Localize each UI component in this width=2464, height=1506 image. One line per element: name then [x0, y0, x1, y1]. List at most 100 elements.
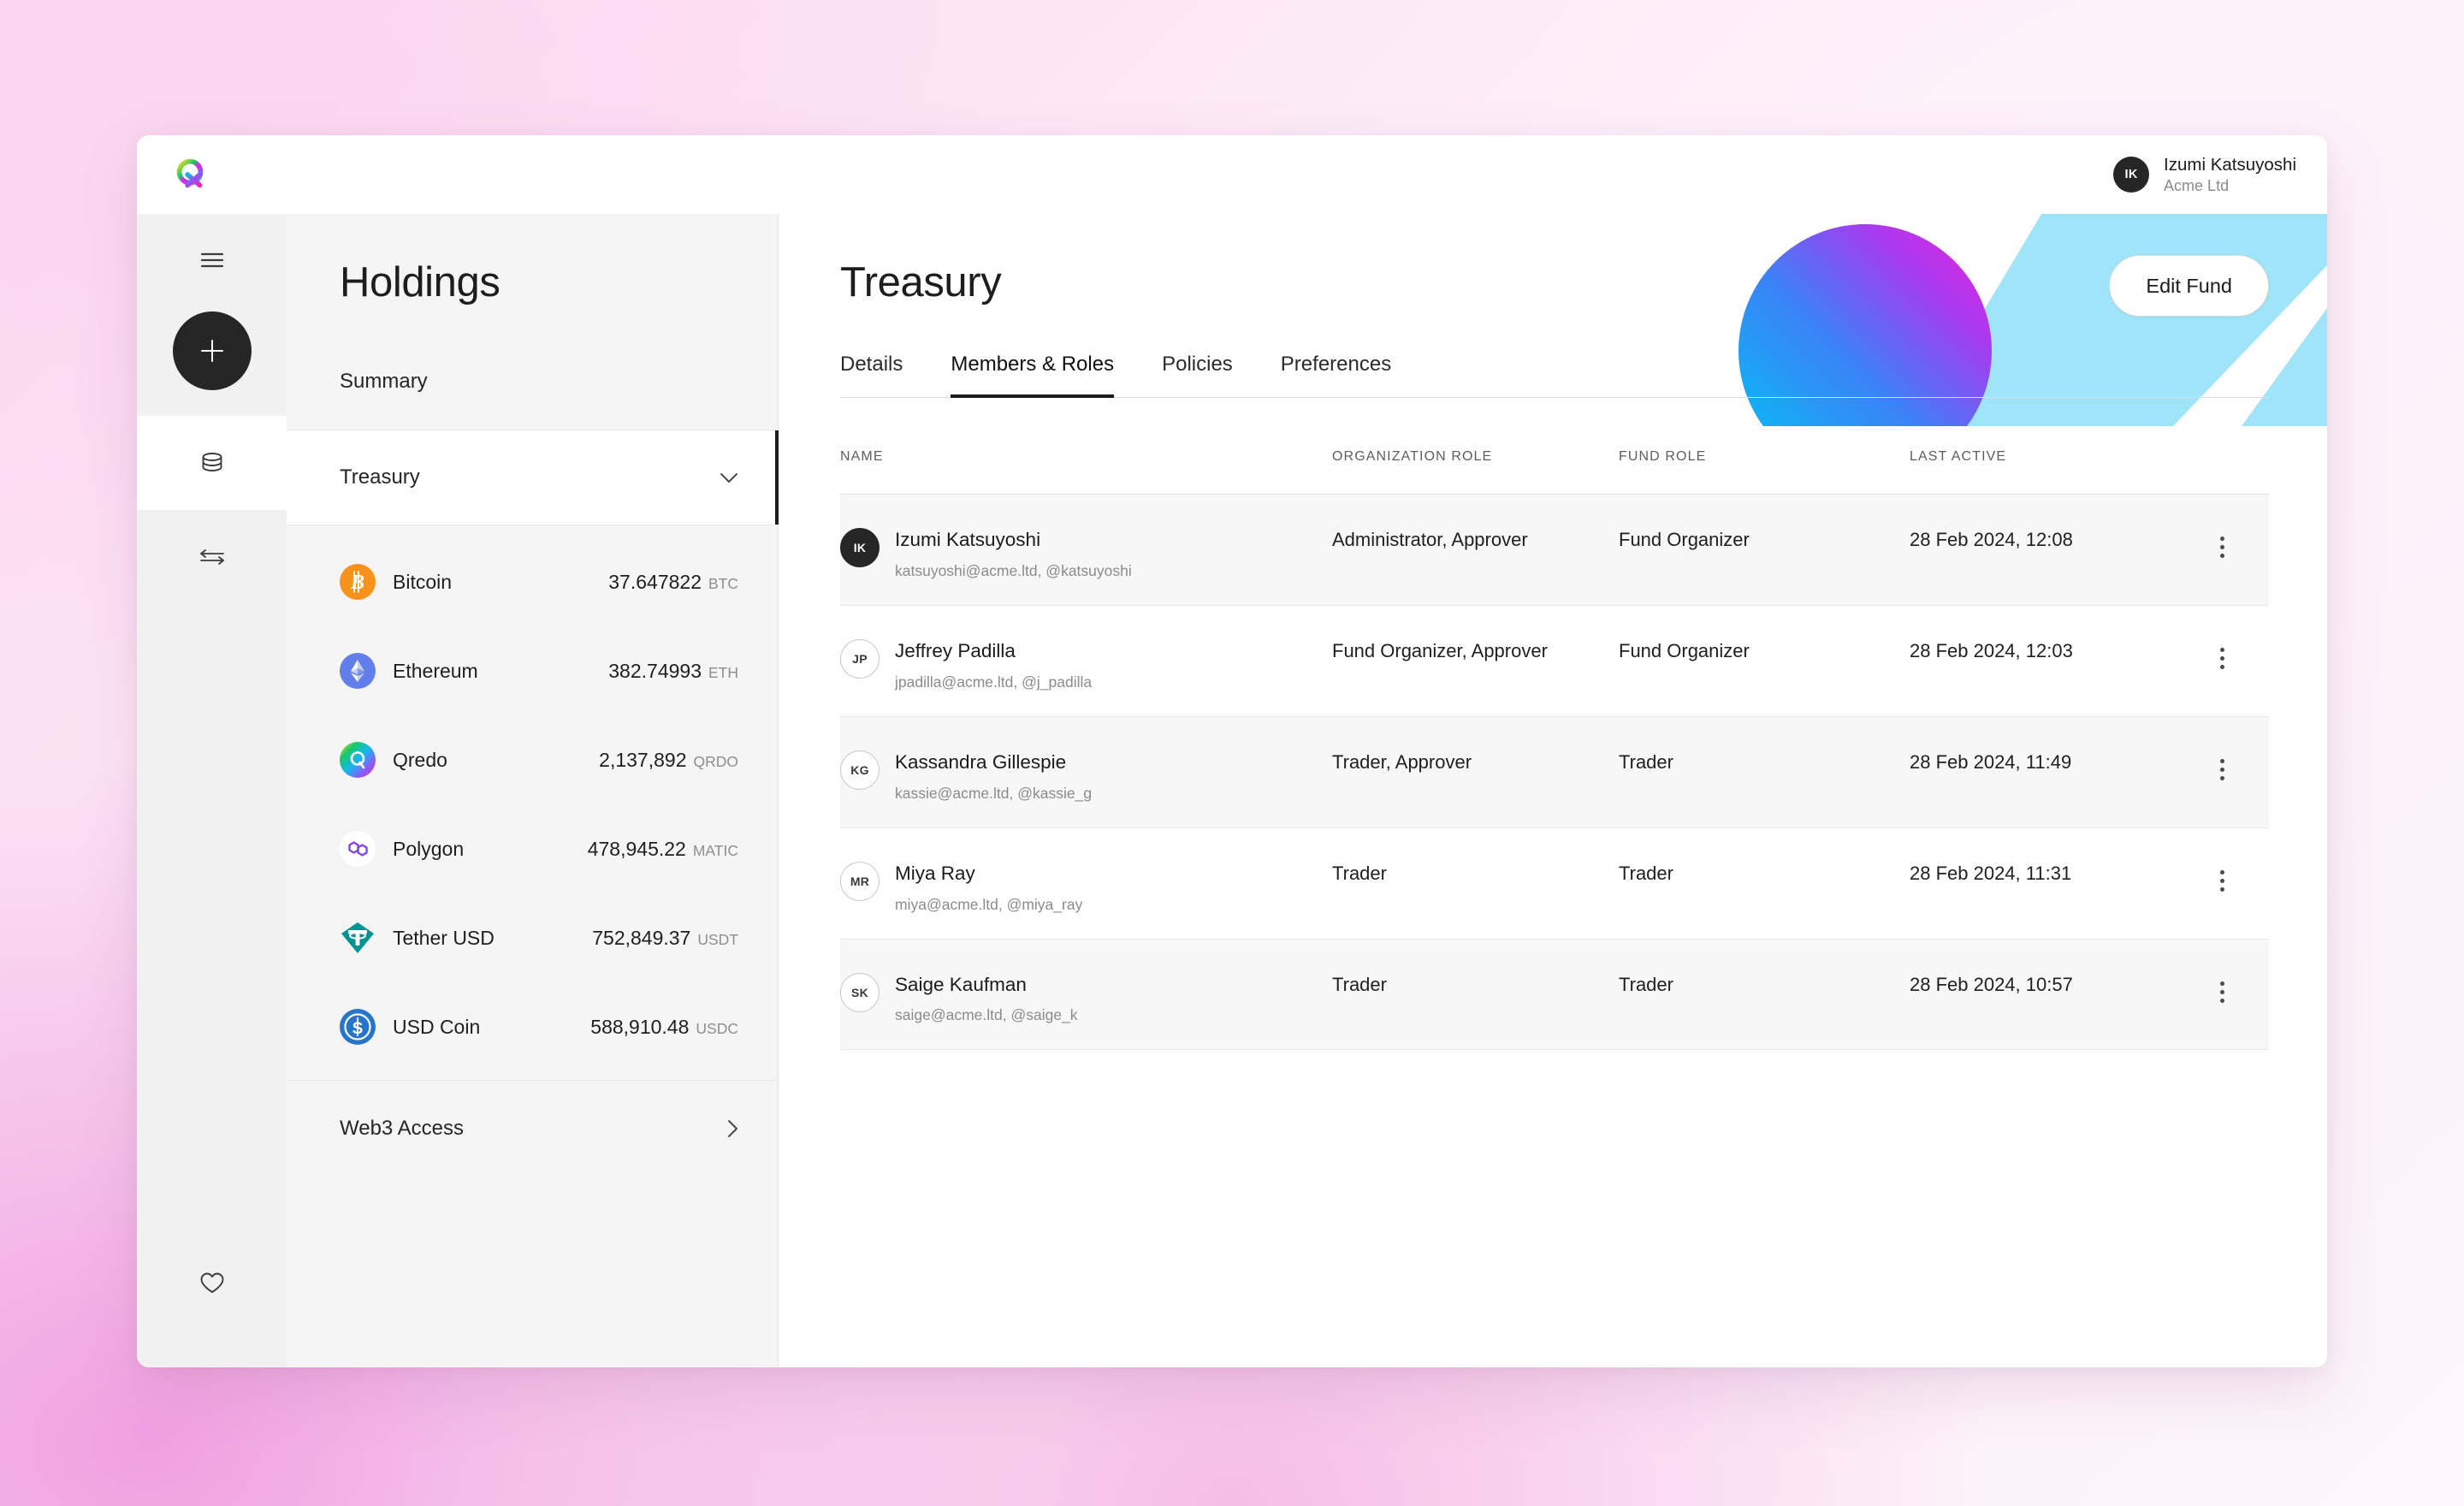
column-header-org-role: ORGANIZATION ROLE: [1332, 398, 1619, 495]
member-last-active: 28 Feb 2024, 11:31: [1910, 862, 2072, 884]
hamburger-menu-icon: [200, 252, 223, 268]
coin-list: B Bitcoin 37.647822 BTC Ethereum 382.749…: [287, 525, 778, 1080]
member-org-role: Trader, Approver: [1332, 750, 1472, 773]
table-row[interactable]: KG Kassandra Gillespie kassie@acme.ltd, …: [840, 716, 2269, 828]
table-row[interactable]: JP Jeffrey Padilla jpadilla@acme.ltd, @j…: [840, 605, 2269, 717]
table-row[interactable]: IK Izumi Katsuyoshi katsuyoshi@acme.ltd,…: [840, 494, 2269, 606]
nav-item-treasury-label: Treasury: [340, 465, 420, 489]
member-last-active: 28 Feb 2024, 11:49: [1910, 750, 2072, 773]
coin-symbol: USDT: [697, 930, 738, 948]
member-fund-role: Fund Organizer: [1619, 529, 1750, 550]
ethereum-icon: [340, 653, 376, 689]
member-last-active: 28 Feb 2024, 12:08: [1910, 529, 2073, 550]
polygon-icon: [340, 831, 376, 867]
coin-symbol: QRDO: [693, 752, 739, 770]
brand-logo[interactable]: [171, 155, 210, 194]
hamburger-menu-button[interactable]: [137, 214, 287, 306]
table-row[interactable]: MR Miya Ray miya@acme.ltd, @miya_ray Tra…: [840, 827, 2269, 939]
member-contact: miya@acme.ltd, @miya_ray: [895, 895, 1083, 913]
member-identity: SK Saige Kaufman saige@acme.ltd, @saige_…: [840, 963, 1332, 1025]
nav-item-summary[interactable]: Summary: [287, 334, 778, 430]
list-item[interactable]: Ethereum 382.74993 ETH: [287, 626, 778, 715]
column-header-last-active: LAST ACTIVE: [1910, 398, 2175, 495]
list-item[interactable]: Polygon 478,945.22 MATIC: [287, 804, 778, 893]
coin-symbol: USDC: [696, 1019, 738, 1037]
chevron-down-icon: [720, 472, 738, 483]
avatar: IK: [2113, 157, 2150, 193]
kebab-menu-icon[interactable]: [2175, 851, 2269, 892]
sidebar-item-holdings[interactable]: [137, 416, 287, 510]
icon-rail: [137, 214, 287, 1367]
member-contact: kassie@acme.ltd, @kassie_g: [895, 784, 1093, 802]
tab-bar: Details Members & Roles Policies Prefere…: [840, 342, 2269, 398]
holdings-title: Holdings: [340, 259, 500, 305]
app-window: IK Izumi Katsuyoshi Acme Ltd Holdings Su…: [137, 135, 2327, 1367]
coin-symbol: BTC: [708, 574, 738, 592]
nav-item-web3-access[interactable]: Web3 Access: [287, 1080, 778, 1176]
tab-members-roles[interactable]: Members & Roles: [951, 342, 1115, 398]
coin-amount: 37.647822 BTC: [608, 570, 738, 593]
member-last-active: 28 Feb 2024, 10:57: [1910, 973, 2073, 995]
avatar: SK: [840, 972, 880, 1012]
qredo-q-logo-icon: [176, 158, 204, 188]
coin-name: Polygon: [393, 837, 465, 860]
nav-item-treasury[interactable]: Treasury: [287, 430, 779, 525]
member-fund-role: Trader: [1619, 750, 1673, 773]
heart-icon: [200, 1272, 223, 1293]
kebab-menu-icon[interactable]: [2175, 963, 2269, 1003]
avatar: JP: [840, 638, 880, 679]
sidebar-item-favourites[interactable]: [137, 1236, 287, 1330]
list-item[interactable]: B Bitcoin 37.647822 BTC: [287, 537, 778, 626]
member-org-role: Administrator, Approver: [1332, 529, 1528, 550]
tab-preferences[interactable]: Preferences: [1281, 342, 1391, 398]
member-name: Saige Kaufman: [895, 973, 1027, 995]
database-icon: [202, 453, 222, 471]
tab-details[interactable]: Details: [840, 342, 903, 398]
kebab-menu-icon[interactable]: [2175, 629, 2269, 669]
member-identity: JP Jeffrey Padilla jpadilla@acme.ltd, @j…: [840, 629, 1332, 691]
edit-fund-button[interactable]: Edit Fund: [2109, 255, 2269, 317]
nav-item-web3-label: Web3 Access: [340, 1116, 464, 1140]
member-name: Izumi Katsuyoshi: [895, 529, 1041, 550]
member-org-role: Fund Organizer, Approver: [1332, 639, 1548, 661]
coin-amount: 382.74993 ETH: [608, 659, 738, 682]
bitcoin-icon: B: [340, 564, 376, 600]
list-item[interactable]: Qredo 2,137,892 QRDO: [287, 715, 778, 804]
avatar: IK: [840, 528, 880, 567]
member-name: Miya Ray: [895, 862, 975, 884]
member-fund-role: Trader: [1619, 862, 1673, 884]
plus-icon: [200, 340, 223, 362]
coin-name: Ethereum: [393, 659, 478, 682]
tab-policies[interactable]: Policies: [1162, 342, 1233, 398]
user-profile-chip[interactable]: IK Izumi Katsuyoshi Acme Ltd: [2113, 154, 2296, 196]
holdings-panel: Holdings Summary Treasury B Bitcoin 37.6…: [287, 214, 779, 1367]
coin-name: Bitcoin: [393, 570, 453, 593]
member-identity: KG Kassandra Gillespie kassie@acme.ltd, …: [840, 740, 1332, 803]
sidebar-item-transfers[interactable]: [137, 510, 287, 604]
kebab-menu-icon[interactable]: [2175, 518, 2269, 558]
member-contact: katsuyoshi@acme.ltd, @katsuyoshi: [895, 561, 1132, 579]
coin-name: USD Coin: [393, 1015, 481, 1038]
list-item[interactable]: Tether USD 752,849.37 USDT: [287, 893, 778, 982]
coin-amount: 752,849.37 USDT: [592, 926, 738, 949]
coin-symbol: MATIC: [692, 841, 738, 859]
coin-symbol: ETH: [708, 663, 738, 681]
add-button[interactable]: [172, 311, 252, 390]
nav-item-summary-label: Summary: [340, 370, 428, 393]
tether-icon: [341, 922, 374, 953]
member-identity: MR Miya Ray miya@acme.ltd, @miya_ray: [840, 851, 1332, 914]
column-header-actions: [2175, 398, 2269, 495]
coin-amount: 588,910.48 USDC: [590, 1015, 738, 1038]
list-item[interactable]: S USD Coin 588,910.48USDC: [287, 982, 778, 1071]
table-body: IK Izumi Katsuyoshi katsuyoshi@acme.ltd,…: [840, 494, 2269, 1050]
main-content: Edit Fund Treasury Details Members & Rol…: [779, 214, 2327, 1367]
swap-arrows-icon: [199, 549, 224, 565]
member-org-role: Trader: [1332, 973, 1387, 995]
qredo-icon: [340, 742, 376, 778]
table-header: NAME ORGANIZATION ROLE FUND ROLE LAST AC…: [840, 398, 2269, 495]
member-contact: saige@acme.ltd, @saige_k: [895, 1006, 1078, 1024]
kebab-menu-icon[interactable]: [2175, 740, 2269, 780]
column-header-name: NAME: [840, 398, 1332, 495]
user-name: Izumi Katsuyoshi: [2164, 154, 2296, 175]
table-row[interactable]: SK Saige Kaufman saige@acme.ltd, @saige_…: [840, 939, 2269, 1050]
